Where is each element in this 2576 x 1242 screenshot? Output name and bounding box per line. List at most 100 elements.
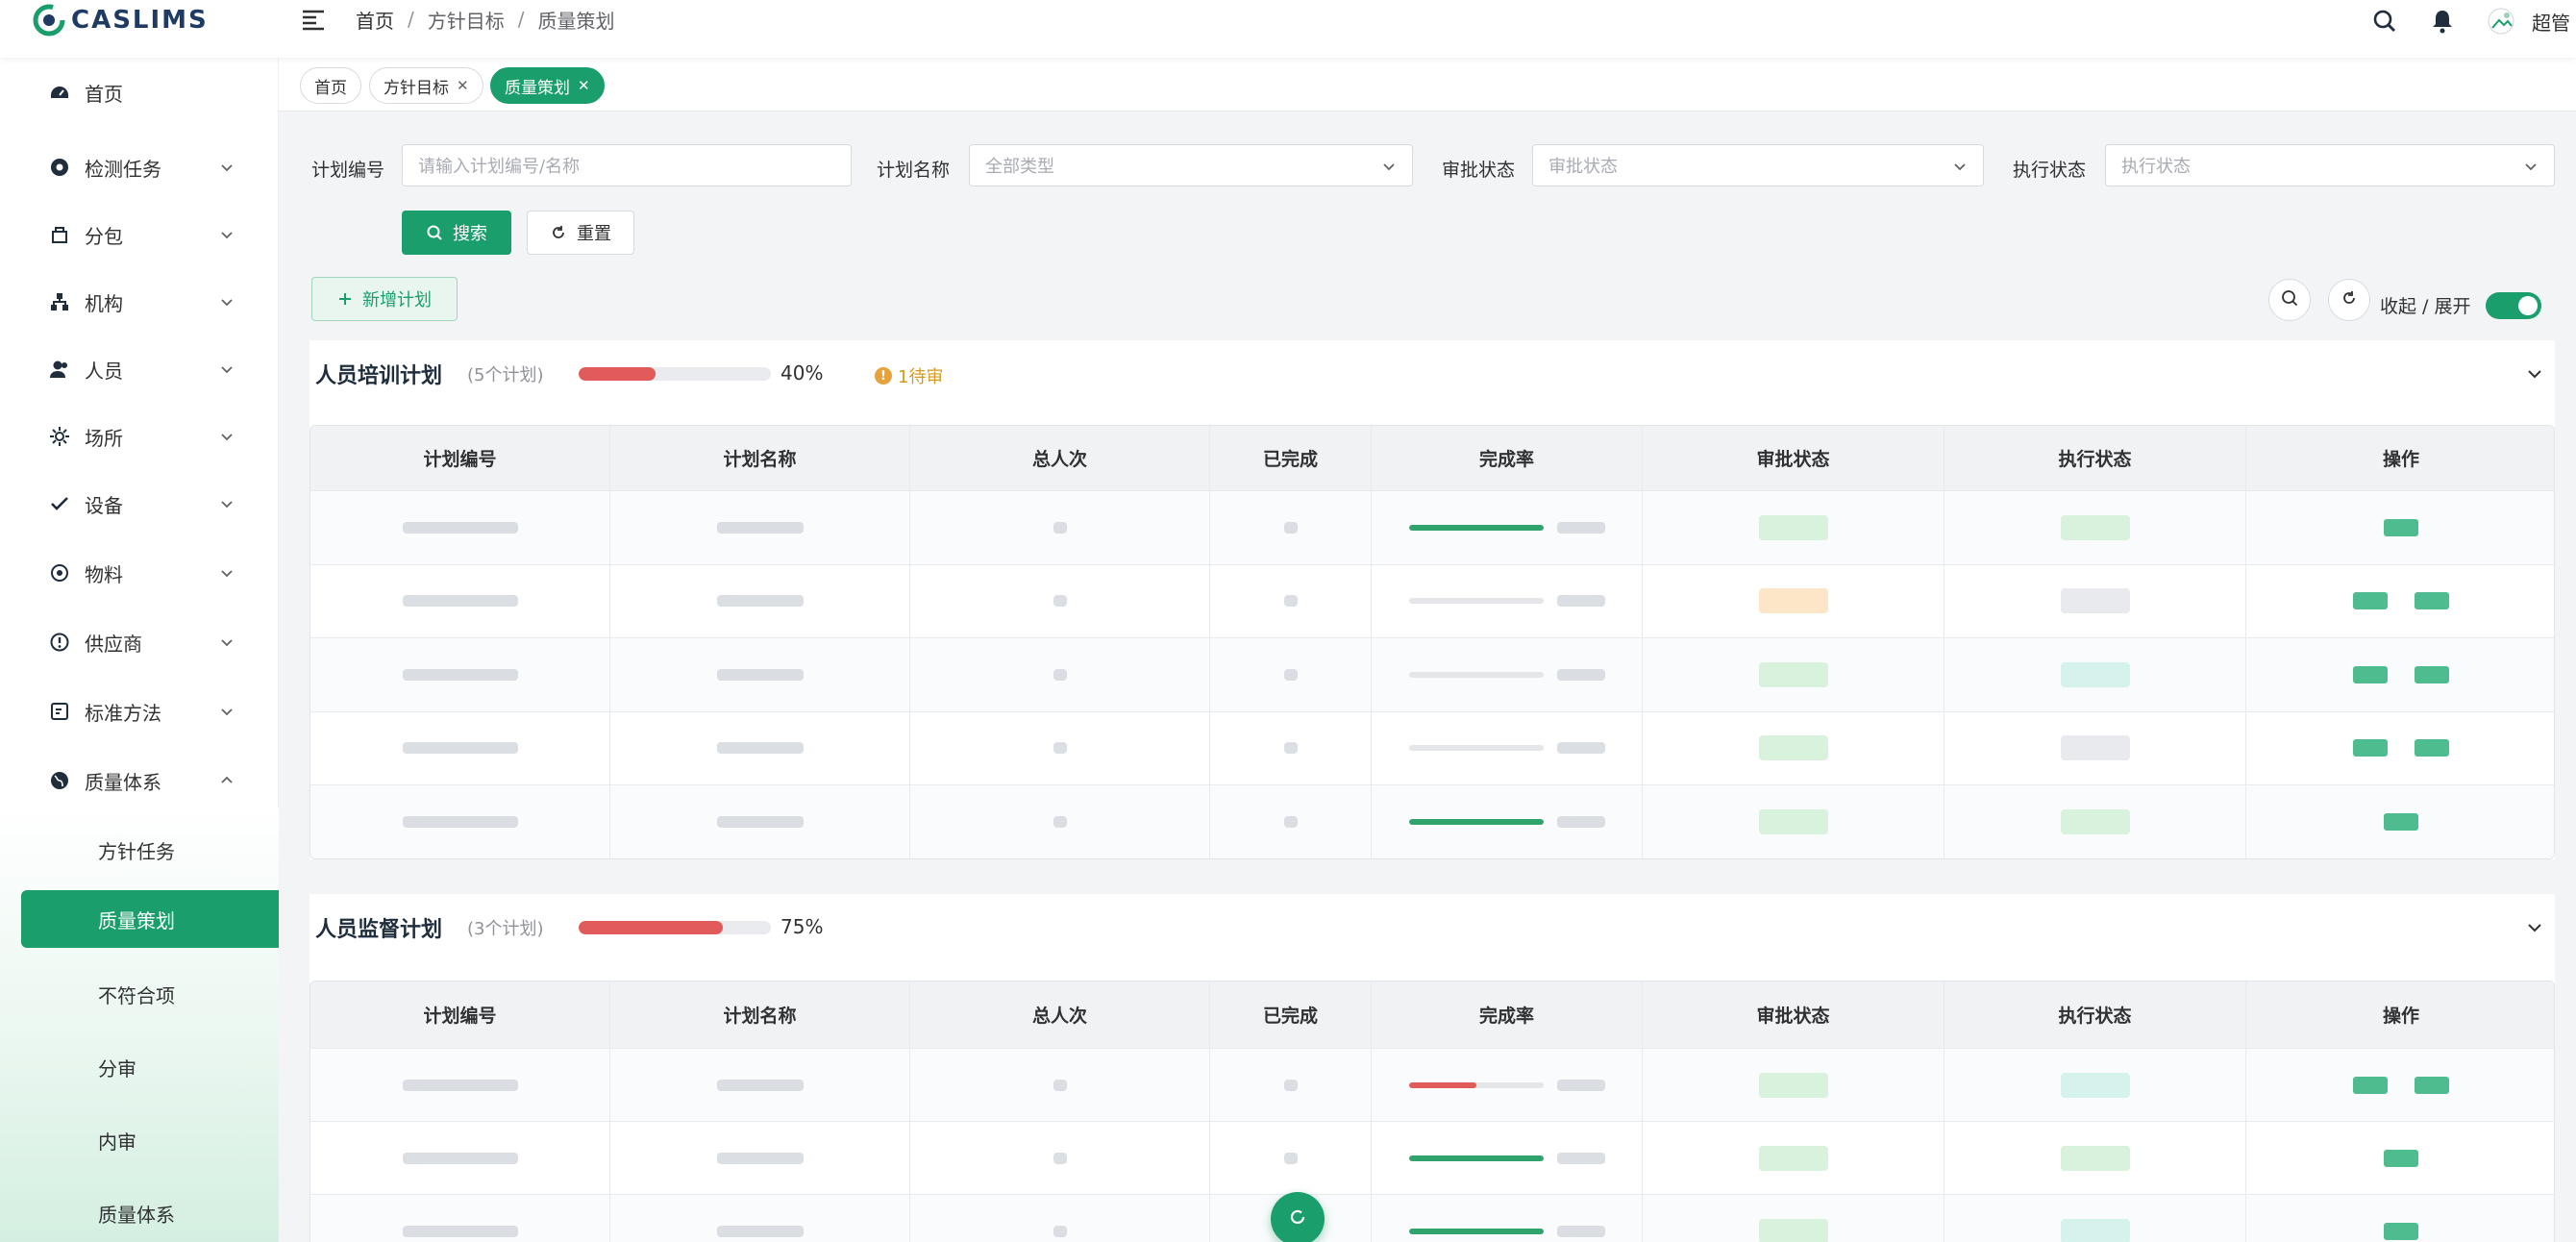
table-cell <box>1210 1049 1372 1121</box>
close-icon[interactable]: ✕ <box>578 77 590 94</box>
tab-quality-planning[interactable]: 质量策划 ✕ <box>490 67 605 104</box>
completion-rate <box>1408 1152 1605 1164</box>
column-header[interactable]: 完成率 <box>1372 981 1643 1048</box>
tab-label: 方针目标 <box>384 78 449 98</box>
search-button[interactable]: 搜索 <box>402 211 511 255</box>
search-icon[interactable] <box>2370 7 2399 36</box>
column-header[interactable]: 审批状态 <box>1643 981 1944 1048</box>
table-cell <box>1372 491 1643 564</box>
row-action-link[interactable] <box>2384 518 2418 536</box>
sidebar-item-supplier[interactable]: 供应商 <box>0 613 279 671</box>
sidebar-subitem-planning[interactable]: 质量策划 <box>21 890 279 948</box>
sidebar-item-home[interactable]: 首页 <box>0 63 279 121</box>
table-cell <box>310 711 610 784</box>
breadcrumb: 首页 / 方针目标 / 质量策划 <box>356 6 615 33</box>
column-header[interactable]: 执行状态 <box>1944 981 2246 1048</box>
column-header[interactable]: 计划名称 <box>610 981 910 1048</box>
row-action-link[interactable] <box>2415 665 2449 683</box>
column-header[interactable]: 总人次 <box>910 426 1210 490</box>
column-header[interactable]: 操作 <box>2246 981 2554 1048</box>
plan-name-select[interactable]: 全部类型 <box>969 144 1413 186</box>
user-name[interactable]: 超管 <box>2532 8 2576 36</box>
column-header[interactable]: 审批状态 <box>1643 426 1944 490</box>
sidebar-item-quality[interactable]: 质量体系 <box>0 752 279 809</box>
section-title: 人员培训计划 <box>315 364 443 388</box>
row-action-link[interactable] <box>2415 739 2449 758</box>
logo[interactable]: CASLIMS <box>33 4 209 37</box>
breadcrumb-item[interactable]: 首页 <box>356 6 394 34</box>
search-toggle-button[interactable] <box>2268 279 2311 321</box>
unreadable-text <box>1556 1079 1605 1091</box>
chevron-down-icon[interactable] <box>2524 917 2545 938</box>
table-cell <box>910 1195 1210 1242</box>
sidebar-item-personnel[interactable]: 人员 <box>0 340 279 398</box>
menu-toggle-icon[interactable] <box>300 6 327 33</box>
unreadable-text <box>1556 521 1605 534</box>
sidebar-item-label: 质量体系 <box>85 770 161 794</box>
reset-button[interactable]: 重置 <box>527 211 634 255</box>
column-header[interactable]: 计划名称 <box>610 426 910 490</box>
row-action-link[interactable] <box>2384 812 2418 831</box>
supervision-plan-section: 人员监督计划 (3个计划) 75% 计划编号 计划名称 总人次 已完成 完成率 审批状态执… <box>310 894 2555 1242</box>
sidebar-item-standard[interactable]: 标准方法 <box>0 683 279 740</box>
execution-status-select[interactable]: 执行状态 <box>2105 144 2555 186</box>
sidebar-item-equipment[interactable]: 设备 <box>0 475 279 533</box>
sidebar-item-material[interactable]: 物料 <box>0 544 279 602</box>
table-cell <box>610 564 910 637</box>
avatar[interactable] <box>2484 4 2518 38</box>
sidebar-subitem-internal-audit[interactable]: 内审 <box>0 1111 279 1169</box>
sidebar-subitem-review[interactable]: 分审 <box>0 1038 279 1096</box>
tab-home[interactable]: 首页 <box>300 67 361 104</box>
column-header[interactable]: 执行状态 <box>1944 426 2246 490</box>
refresh-button[interactable] <box>2328 279 2370 321</box>
close-icon[interactable]: ✕ <box>457 77 469 94</box>
unreadable-text <box>1283 1079 1298 1091</box>
sidebar-subitem-label: 分审 <box>98 1056 136 1081</box>
sidebar-subitem-nonconformity[interactable]: 不符合项 <box>0 965 279 1023</box>
chevron-down-icon <box>217 633 236 652</box>
table-cell <box>1944 711 2246 784</box>
column-header[interactable]: 已完成 <box>1210 981 1372 1048</box>
sidebar-item-tasks[interactable]: 检测任务 <box>0 138 279 196</box>
column-header[interactable]: 总人次 <box>910 981 1210 1048</box>
refresh-icon <box>550 224 567 241</box>
sidebar-subitem-label: 内审 <box>98 1130 136 1154</box>
chevron-down-icon[interactable] <box>2524 363 2545 385</box>
bell-icon[interactable] <box>2428 7 2457 36</box>
plan-no-input[interactable]: 请输入计划编号/名称 <box>402 144 852 186</box>
sidebar-item-label: 首页 <box>85 82 123 106</box>
column-header[interactable]: 计划编号 <box>310 981 610 1048</box>
collapse-expand-switch[interactable] <box>2486 292 2541 319</box>
sidebar-subitem-quality-system[interactable]: 质量体系 <box>0 1184 279 1242</box>
column-header[interactable]: 已完成 <box>1210 426 1372 490</box>
row-action-link[interactable] <box>2353 739 2388 758</box>
column-header[interactable]: 完成率 <box>1372 426 1643 490</box>
sidebar-item-label: 供应商 <box>85 632 142 656</box>
table-cell <box>1944 1049 2246 1121</box>
column-header[interactable]: 计划编号 <box>310 426 610 490</box>
row-action-link[interactable] <box>2353 665 2388 683</box>
sidebar-subitem-policy[interactable]: 方针任务 <box>0 821 279 879</box>
sidebar-subitem-label: 不符合项 <box>98 983 175 1007</box>
section-header[interactable]: 人员培训计划 (5个计划) 40% ! 1待审 <box>310 340 2555 408</box>
chevron-down-icon <box>217 563 236 583</box>
row-action-link[interactable] <box>2415 592 2449 610</box>
section-header[interactable]: 人员监督计划 (3个计划) 75% <box>310 894 2555 961</box>
sidebar-item-org[interactable]: 机构 <box>0 273 279 331</box>
row-action-link[interactable] <box>2353 592 2388 610</box>
row-action-link[interactable] <box>2415 1076 2449 1094</box>
sidebar-item-place[interactable]: 场所 <box>0 408 279 465</box>
help-float-button[interactable] <box>1271 1192 1325 1242</box>
unreadable-text <box>1556 668 1605 681</box>
add-plan-button[interactable]: 新增计划 <box>311 277 458 321</box>
approval-status-select[interactable]: 审批状态 <box>1532 144 1984 186</box>
sidebar-item-subcontract[interactable]: 分包 <box>0 206 279 263</box>
row-action-link[interactable] <box>2384 1222 2418 1240</box>
breadcrumb-item[interactable]: 方针目标 <box>428 6 505 34</box>
chevron-down-icon <box>217 494 236 513</box>
tab-policy-goals[interactable]: 方针目标 ✕ <box>369 67 483 104</box>
row-action-link[interactable] <box>2353 1076 2388 1094</box>
table-cell <box>610 1122 910 1194</box>
column-header[interactable]: 操作 <box>2246 426 2554 490</box>
row-action-link[interactable] <box>2384 1149 2418 1167</box>
